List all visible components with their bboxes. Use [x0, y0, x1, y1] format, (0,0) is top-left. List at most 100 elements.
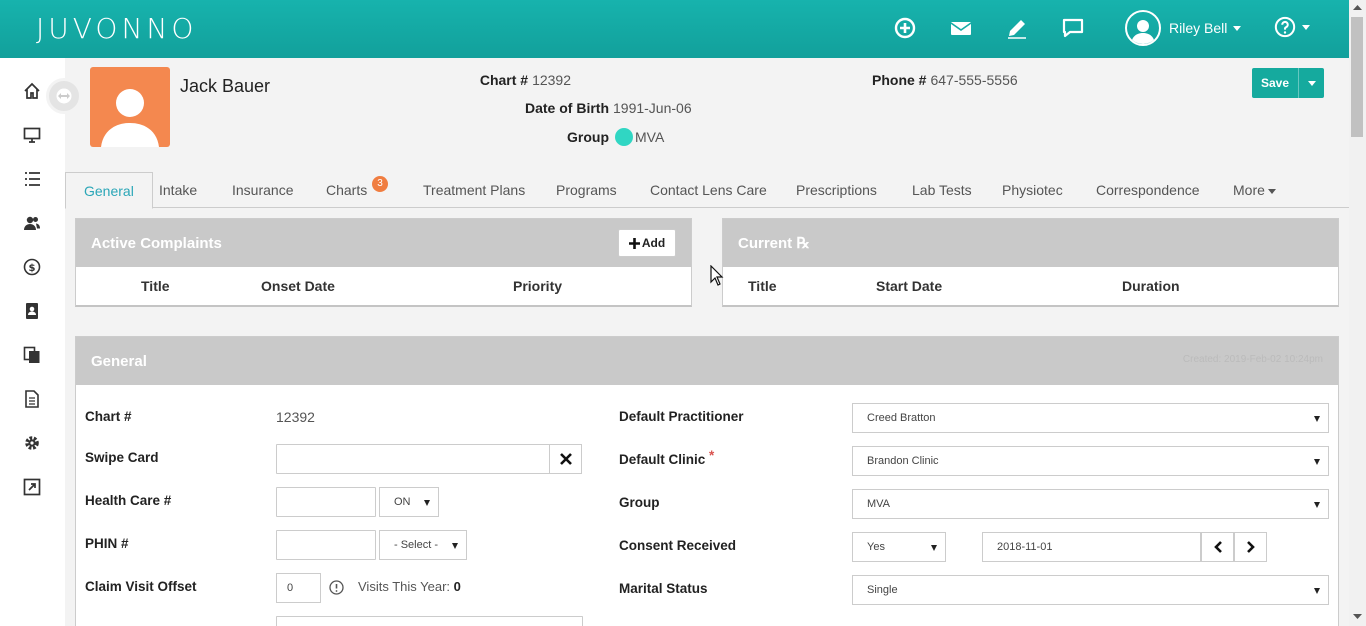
tab-correspondence[interactable]: Correspondence: [1095, 172, 1201, 208]
document-icon[interactable]: [23, 390, 41, 408]
tab-charts[interactable]: Charts: [325, 172, 368, 208]
phin-label: PHIN #: [85, 536, 129, 551]
save-label: Save: [1260, 76, 1290, 90]
consent-date-input[interactable]: 2018-11-01: [982, 532, 1201, 562]
tab-more[interactable]: More: [1232, 172, 1277, 208]
avatar: [1125, 10, 1161, 46]
chevron-down-icon: [1233, 25, 1242, 31]
column-title[interactable]: Title: [141, 278, 170, 294]
tab-physiotec[interactable]: Physiotec: [1001, 172, 1064, 208]
clear-swipe-button[interactable]: [549, 444, 582, 474]
default-clinic-value: Brandon Clinic: [867, 455, 939, 467]
chevron-right-icon: [1246, 541, 1255, 553]
monitor-icon[interactable]: [23, 126, 41, 144]
user-menu[interactable]: Riley Bell: [1125, 9, 1242, 47]
tab-more-label: More: [1233, 182, 1265, 198]
add-complaint-button[interactable]: Add: [618, 229, 676, 257]
column-title[interactable]: Title: [748, 278, 777, 294]
chart-value: 12392: [532, 72, 571, 88]
chart-number: Chart # 12392: [480, 72, 571, 88]
previous-date-button[interactable]: [1201, 532, 1234, 562]
column-onset-date[interactable]: Onset Date: [261, 278, 335, 294]
users-icon[interactable]: [23, 214, 41, 232]
mouse-cursor-icon: [710, 265, 724, 286]
marital-status-value: Single: [867, 584, 898, 596]
save-button[interactable]: Save: [1252, 68, 1324, 98]
chevron-left-icon: [1213, 541, 1222, 553]
user-icon: [1131, 20, 1155, 44]
health-care-input[interactable]: [276, 487, 376, 517]
vertical-scrollbar[interactable]: [1349, 0, 1366, 626]
info-icon[interactable]: [329, 580, 344, 595]
mail-icon[interactable]: [949, 16, 973, 40]
group-label: Group: [567, 129, 609, 145]
column-duration[interactable]: Duration: [1122, 278, 1180, 294]
phin-select-value: - Select -: [394, 539, 439, 551]
required-marker: *: [709, 448, 715, 463]
home-icon[interactable]: [23, 82, 41, 100]
list-icon[interactable]: [23, 170, 41, 188]
chevron-down-icon: [1314, 502, 1320, 508]
default-clinic-select[interactable]: Brandon Clinic: [852, 446, 1329, 476]
schedule-input[interactable]: [276, 616, 583, 626]
external-link-icon[interactable]: [23, 478, 41, 496]
patient-tabs: General Intake Insurance Charts 3 Treatm…: [65, 172, 1349, 209]
swipe-card-label: Swipe Card: [85, 450, 159, 465]
phin-select[interactable]: - Select -: [379, 530, 467, 560]
juvonno-logo[interactable]: JUVONNO: [36, 12, 197, 45]
dollar-icon[interactable]: $: [23, 258, 41, 276]
default-practitioner-value: Creed Bratton: [867, 412, 936, 424]
group-select[interactable]: MVA: [852, 489, 1329, 519]
chevron-down-icon: [1267, 188, 1276, 194]
chart-label: Chart #: [479, 72, 529, 88]
contacts-book-icon[interactable]: [23, 302, 41, 320]
complaints-columns: Title Onset Date Priority: [76, 267, 691, 305]
chat-icon[interactable]: [1061, 16, 1085, 40]
files-icon[interactable]: [23, 346, 41, 364]
tab-intake[interactable]: Intake: [158, 172, 198, 208]
tab-programs[interactable]: Programs: [555, 172, 618, 208]
next-date-button[interactable]: [1234, 532, 1267, 562]
date-of-birth: Date of Birth 1991-Jun-06: [525, 100, 692, 116]
column-priority[interactable]: Priority: [513, 278, 562, 294]
help-menu[interactable]: [1274, 16, 1310, 38]
visits-label: Visits This Year:: [358, 579, 451, 594]
swipe-card-input[interactable]: [276, 444, 550, 474]
column-start-date[interactable]: Start Date: [876, 278, 942, 294]
top-bar: JUVONNO Riley Bell: [0, 0, 1349, 58]
save-options-dropdown[interactable]: [1298, 68, 1324, 98]
scroll-up-icon[interactable]: [1353, 4, 1362, 10]
tab-treatment-plans[interactable]: Treatment Plans: [422, 172, 526, 208]
chevron-down-icon: [931, 545, 937, 551]
active-complaints-header: Active Complaints Add: [76, 219, 691, 267]
marital-status-select[interactable]: Single: [852, 575, 1329, 605]
default-clinic-label: Default Clinic *: [619, 448, 714, 467]
default-practitioner-select[interactable]: Creed Bratton: [852, 403, 1329, 433]
edit-pencil-icon[interactable]: [1005, 16, 1029, 40]
scroll-down-icon[interactable]: [1353, 614, 1362, 620]
scrollbar-thumb[interactable]: [1351, 17, 1363, 137]
chevron-down-icon: [424, 500, 430, 506]
consent-received-select[interactable]: Yes: [852, 532, 946, 562]
province-value: ON: [394, 496, 411, 508]
tab-insurance[interactable]: Insurance: [231, 172, 294, 208]
province-select[interactable]: ON: [379, 487, 439, 517]
dob-label: Date of Birth: [525, 100, 609, 116]
tab-lab-tests[interactable]: Lab Tests: [911, 172, 973, 208]
tab-prescriptions[interactable]: Prescriptions: [795, 172, 878, 208]
chevron-down-icon: [452, 543, 458, 549]
claim-visit-offset-input[interactable]: 0: [276, 573, 321, 603]
active-complaints-title: Active Complaints: [91, 234, 222, 252]
user-silhouette-icon: [101, 89, 159, 147]
visits-this-year: Visits This Year: 0: [358, 579, 461, 594]
phin-input[interactable]: [276, 530, 376, 560]
gear-icon[interactable]: [23, 434, 41, 452]
tab-general[interactable]: General: [65, 172, 153, 209]
sidebar-toggle-button[interactable]: [46, 78, 82, 114]
rx-columns: Title Start Date Duration: [723, 267, 1338, 305]
default-clinic-label-text: Default Clinic: [619, 452, 706, 467]
chevron-down-icon: [1302, 24, 1310, 30]
current-rx-header: Current ℞: [723, 219, 1338, 267]
tab-contact-lens-care[interactable]: Contact Lens Care: [649, 172, 768, 208]
add-circle-icon[interactable]: [893, 16, 917, 40]
